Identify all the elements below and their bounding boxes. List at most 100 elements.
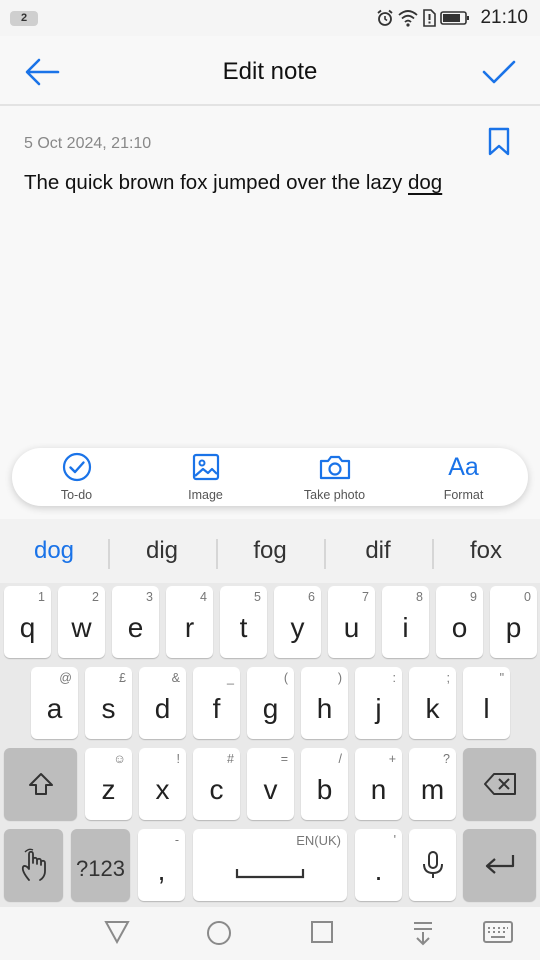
- note-toolbar: To-do Image Take photo Aa Format: [12, 448, 528, 506]
- key-label: i: [402, 612, 409, 643]
- key-alt-label: ': [393, 833, 396, 847]
- take-photo-button[interactable]: Take photo: [270, 448, 399, 506]
- key-alt-label: 1: [38, 590, 45, 604]
- format-text-icon: Aa: [448, 453, 479, 481]
- key-alt-label: -: [174, 833, 179, 847]
- key-label: s: [101, 693, 116, 724]
- checkmark-icon: [482, 60, 516, 84]
- suggestion-item[interactable]: fox: [432, 537, 540, 569]
- camera-icon: [319, 455, 350, 480]
- image-button[interactable]: Image: [141, 448, 270, 506]
- key-alt-label: =: [280, 752, 288, 766]
- key-comma[interactable]: -,: [138, 829, 185, 901]
- key-x[interactable]: ! x: [139, 748, 186, 820]
- nav-back-icon[interactable]: [104, 920, 130, 944]
- key-b[interactable]: / b: [301, 748, 348, 820]
- key-alt-label: #: [227, 752, 234, 766]
- key-label: z: [101, 774, 116, 805]
- key-label: x: [155, 774, 170, 805]
- key-alt-label: 7: [362, 590, 369, 604]
- key-g[interactable]: (g: [247, 667, 294, 739]
- key-label: ?123: [76, 856, 125, 881]
- backspace-key[interactable]: [463, 748, 536, 820]
- key-h[interactable]: ) h: [301, 667, 348, 739]
- key-alt-label: 2: [92, 590, 99, 604]
- key-label: y: [290, 612, 305, 643]
- key-u[interactable]: 7u: [328, 586, 375, 658]
- key-t[interactable]: 5t: [220, 586, 267, 658]
- key-r[interactable]: 4r: [166, 586, 213, 658]
- voice-input-key[interactable]: [409, 829, 456, 901]
- key-alt-label: 6: [308, 590, 315, 604]
- key-y[interactable]: 6y: [274, 586, 321, 658]
- key-alt-label: @: [59, 671, 72, 685]
- save-confirm-button[interactable]: [478, 54, 518, 90]
- key-p[interactable]: 0p: [490, 586, 537, 658]
- key-o[interactable]: 9o: [436, 586, 483, 658]
- format-label: Format: [443, 488, 484, 502]
- key-z[interactable]: ☺ z: [85, 748, 132, 820]
- key-alt-label: :: [392, 671, 396, 685]
- key-l[interactable]: " l: [463, 667, 510, 739]
- key-e[interactable]: 3e: [112, 586, 159, 658]
- suggestion-item[interactable]: dig: [108, 537, 216, 569]
- key-q[interactable]: 1q: [4, 586, 51, 658]
- key-f[interactable]: _ f: [193, 667, 240, 739]
- key-w[interactable]: 2w: [58, 586, 105, 658]
- key-alt-label: EN(UK): [296, 833, 341, 848]
- sim-alert-icon: [423, 9, 437, 27]
- bookmark-icon: [488, 127, 510, 156]
- key-a[interactable]: @ a: [31, 667, 78, 739]
- key-i[interactable]: 8i: [382, 586, 429, 658]
- space-bar-icon: [235, 869, 305, 879]
- key-alt-label: 9: [470, 590, 477, 604]
- note-text-editor[interactable]: The quick brown fox jumped over the lazy…: [24, 171, 442, 195]
- key-m[interactable]: ? m: [409, 748, 456, 820]
- key-label: v: [263, 774, 278, 805]
- nav-recents-icon[interactable]: [310, 920, 334, 944]
- suggestion-item[interactable]: dog: [0, 537, 108, 565]
- shift-key[interactable]: [4, 748, 77, 820]
- key-d[interactable]: & d: [139, 667, 186, 739]
- key-j[interactable]: :j: [355, 667, 402, 739]
- todo-button[interactable]: To-do: [12, 448, 141, 506]
- notification-shade-icon[interactable]: [412, 920, 434, 946]
- enter-key[interactable]: [463, 829, 536, 901]
- gesture-key[interactable]: [4, 829, 63, 901]
- key-label: .: [374, 855, 383, 886]
- checkmark-circle-icon: [62, 452, 91, 482]
- space-key[interactable]: EN(UK): [193, 829, 347, 901]
- key-s[interactable]: £ s: [85, 667, 132, 739]
- hide-keyboard-icon[interactable]: [482, 920, 514, 944]
- nav-home-icon[interactable]: [206, 920, 232, 946]
- bookmark-button[interactable]: [486, 127, 512, 157]
- key-n[interactable]: + n: [355, 748, 402, 820]
- key-alt-label: 8: [416, 590, 423, 604]
- key-label: e: [127, 612, 144, 643]
- key-label: c: [209, 774, 224, 805]
- key-alt-label: 4: [200, 590, 207, 604]
- format-button[interactable]: Aa Format: [399, 448, 528, 506]
- key-c[interactable]: # c: [193, 748, 240, 820]
- key-period[interactable]: '.: [355, 829, 402, 901]
- key-label: f: [212, 693, 221, 724]
- key-alt-label: 5: [254, 590, 261, 604]
- key-label: w: [71, 612, 92, 643]
- suggestion-item[interactable]: dif: [324, 537, 432, 569]
- key-alt-label: &: [171, 671, 180, 685]
- suggestion-item[interactable]: fog: [216, 537, 324, 569]
- app-header: Edit note: [0, 36, 540, 106]
- composing-word: dog: [408, 171, 443, 194]
- key-v[interactable]: = v: [247, 748, 294, 820]
- key-label: g: [262, 693, 279, 724]
- key-label: k: [425, 693, 440, 724]
- key-label: u: [343, 612, 360, 643]
- notification-count-badge: 2: [10, 11, 38, 26]
- symbols-key[interactable]: ?123: [71, 829, 130, 901]
- note-text: The quick brown fox jumped over the lazy: [24, 171, 408, 194]
- key-label: b: [316, 774, 333, 805]
- key-label: o: [451, 612, 468, 643]
- key-alt-label: (: [283, 671, 288, 685]
- system-nav-bar: [0, 907, 540, 960]
- key-k[interactable]: ; k: [409, 667, 456, 739]
